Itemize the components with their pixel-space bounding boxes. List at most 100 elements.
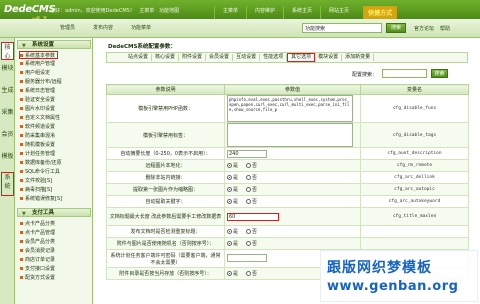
sub-link-publish[interactable]: 发布内容 (93, 24, 113, 31)
nav-site-home[interactable]: 网站主页 (320, 6, 357, 19)
menu-item[interactable]: 计划任务管理 (20, 150, 55, 158)
row-value-cell: 60 (224, 207, 361, 226)
auto-description-input[interactable]: 240 (227, 149, 267, 158)
menu-item[interactable]: 用户组设定 (20, 69, 50, 77)
bullet-icon (20, 161, 23, 164)
nav-main-menu[interactable]: 主菜单 (214, 6, 246, 19)
tab-interaction[interactable]: 互动设置 (233, 54, 261, 61)
radio-yes[interactable] (227, 175, 232, 180)
bullet-icon (20, 249, 23, 252)
sub-link-func[interactable]: 功能菜单 (131, 24, 151, 31)
menu-item[interactable]: 图片水印设置 (20, 105, 55, 113)
radio-yes[interactable] (227, 199, 232, 204)
config-tabs: 站点设置 核心设置 附件设置 会员设置 互动设置 性能选项 其它选项 模块设置 … (106, 52, 468, 63)
radio-yes[interactable] (227, 229, 232, 234)
row-var: cfg_arc_autokeyword (360, 195, 469, 208)
table-row: 文档标题最大长度 改此参数后需要手工修改数据表 60 cfg_title_max… (106, 207, 469, 226)
tab-member[interactable]: 会员设置 (206, 54, 234, 61)
bullet-icon (20, 134, 23, 137)
menu-item[interactable]: 会员产品分类 (20, 238, 55, 246)
radio-yes[interactable] (227, 271, 232, 276)
menu-item[interactable]: 点卡产品分类 (20, 220, 55, 228)
row-value-cell: 是否 (224, 237, 361, 250)
radio-yes[interactable] (227, 187, 232, 192)
forum-link[interactable]: 官方论坛 (414, 25, 434, 32)
row-label: 提取第一张图片作为缩略图： (106, 183, 225, 196)
menu-item[interactable]: 会员消费记录 (20, 247, 55, 255)
table-row: 自动提取关键字： 是否 cfg_arc_autokeyword (106, 195, 469, 208)
tab-attachment[interactable]: 附件设置 (179, 54, 207, 61)
menu-item[interactable]: 自定义文档属性 (20, 114, 60, 122)
disable-funs-textarea[interactable]: phpinfo,eval,exec,passthru,shell_exec,sy… (227, 95, 353, 122)
row-label: 模板引擎禁用标签： (106, 122, 225, 148)
left-tab-member[interactable]: 会员 (1, 130, 14, 148)
menu-section-payment[interactable]: ▼ 支付工具 (17, 208, 91, 217)
left-tab-module[interactable]: 模块 (1, 64, 14, 82)
top-bar: DedeCMS v5.7 您好：admin，欢迎使用DedeCMS！ 主菜单 功… (0, 0, 480, 38)
tab-site[interactable]: 站点设置 (125, 54, 153, 61)
menu-item-basic-params[interactable]: 系统基本参数 (19, 51, 59, 59)
collapse-icon: ▼ (22, 211, 26, 217)
top-info-map[interactable]: 功能地图 (159, 8, 179, 14)
menu-item[interactable]: 系统错误修复[S] (20, 195, 62, 203)
left-tab-system[interactable]: 系统 (1, 172, 14, 196)
page-title: DedeCMS系统配置参数： (108, 44, 176, 50)
menu-item[interactable]: SQL命令行工具 (20, 168, 60, 176)
nav-content[interactable]: 内容维护 (246, 6, 283, 19)
radio-no[interactable] (246, 187, 252, 192)
menu-item[interactable]: 配货方式设置 (20, 274, 55, 282)
menu-item[interactable]: 软件频道设置 (20, 123, 55, 131)
welcome-text: 您好：admin，欢迎使用DedeCMS！ (50, 8, 135, 14)
row-label: 自动提取关键字： (106, 195, 225, 208)
nav-system-home[interactable]: 系统主页 (283, 6, 320, 19)
title-maxlen-input[interactable]: 60 (227, 212, 279, 221)
watermark-line1: 跟版网织梦模板 (327, 260, 432, 276)
top-info-menu[interactable]: 主菜单 (139, 8, 154, 14)
left-tab-generate[interactable]: 生成 (1, 86, 14, 104)
radio-no[interactable] (246, 175, 252, 180)
config-search-input[interactable] (382, 69, 427, 78)
menu-item[interactable]: 系统日志管理 (20, 87, 55, 95)
radio-no[interactable] (246, 229, 252, 234)
menu-item[interactable]: 病毒扫描[S] (20, 186, 52, 194)
menu-item[interactable]: 验证安全设置 (20, 96, 55, 104)
tab-add-variable[interactable]: 添加新变量 (342, 54, 375, 61)
menu-item[interactable]: 点卡产品管理 (20, 229, 55, 237)
sub-link-admin[interactable]: 管理员 (60, 24, 75, 31)
tab-other[interactable]: 其它选项 (287, 53, 316, 62)
function-search-input[interactable]: 功能搜索 (302, 23, 382, 33)
radio-no[interactable] (246, 271, 252, 276)
left-tab-collect[interactable]: 采集 (1, 108, 14, 126)
menu-item[interactable]: 随机模板设置 (20, 141, 55, 149)
row-label: 附件与图片是否使用随机名（否则按序号）： (106, 237, 225, 250)
menu-item[interactable]: 数据库备份/还原 (20, 159, 62, 167)
menu-item[interactable]: 服务器分布/远程 (20, 78, 62, 86)
menu-item[interactable]: 防采集串混淆 (20, 132, 55, 140)
radio-no[interactable] (246, 199, 252, 204)
cron-password-input[interactable] (227, 253, 267, 262)
function-search-button[interactable]: 搜索 (386, 23, 406, 33)
left-tab-template[interactable]: 模板 (1, 152, 14, 170)
menu-item[interactable]: 商店订单记录 (20, 256, 55, 264)
config-search-button[interactable]: 搜索 (431, 69, 448, 78)
menu-item[interactable]: 文件校验[S] (20, 177, 52, 185)
favorite-button[interactable]: 快捷方式 (363, 6, 398, 19)
radio-no[interactable] (246, 241, 252, 246)
radio-yes[interactable] (227, 163, 232, 168)
help-link[interactable]: 帮助 (440, 25, 450, 32)
menu-item[interactable]: 系统用户管理 (20, 60, 55, 68)
row-value-cell: 是否 (224, 159, 361, 172)
menu-item[interactable]: 支付接口设置 (20, 265, 55, 273)
bullet-icon (20, 197, 23, 200)
disable-tags-textarea[interactable] (227, 123, 353, 147)
tab-module[interactable]: 模块设置 (315, 54, 343, 61)
radio-yes[interactable] (227, 241, 232, 246)
tab-core[interactable]: 核心设置 (152, 54, 180, 61)
menu-section-system[interactable]: ▼ 系统设置 (17, 40, 91, 49)
radio-no[interactable] (246, 163, 252, 168)
watermark: 跟版网织梦模板 www.genban.org (320, 250, 478, 302)
left-tab-core[interactable]: 核心 (1, 42, 14, 60)
bullet-icon (20, 152, 23, 155)
tab-performance[interactable]: 性能选项 (260, 54, 288, 61)
row-label: 附件目录是否按当月存放（否则按序号）： (106, 267, 225, 280)
